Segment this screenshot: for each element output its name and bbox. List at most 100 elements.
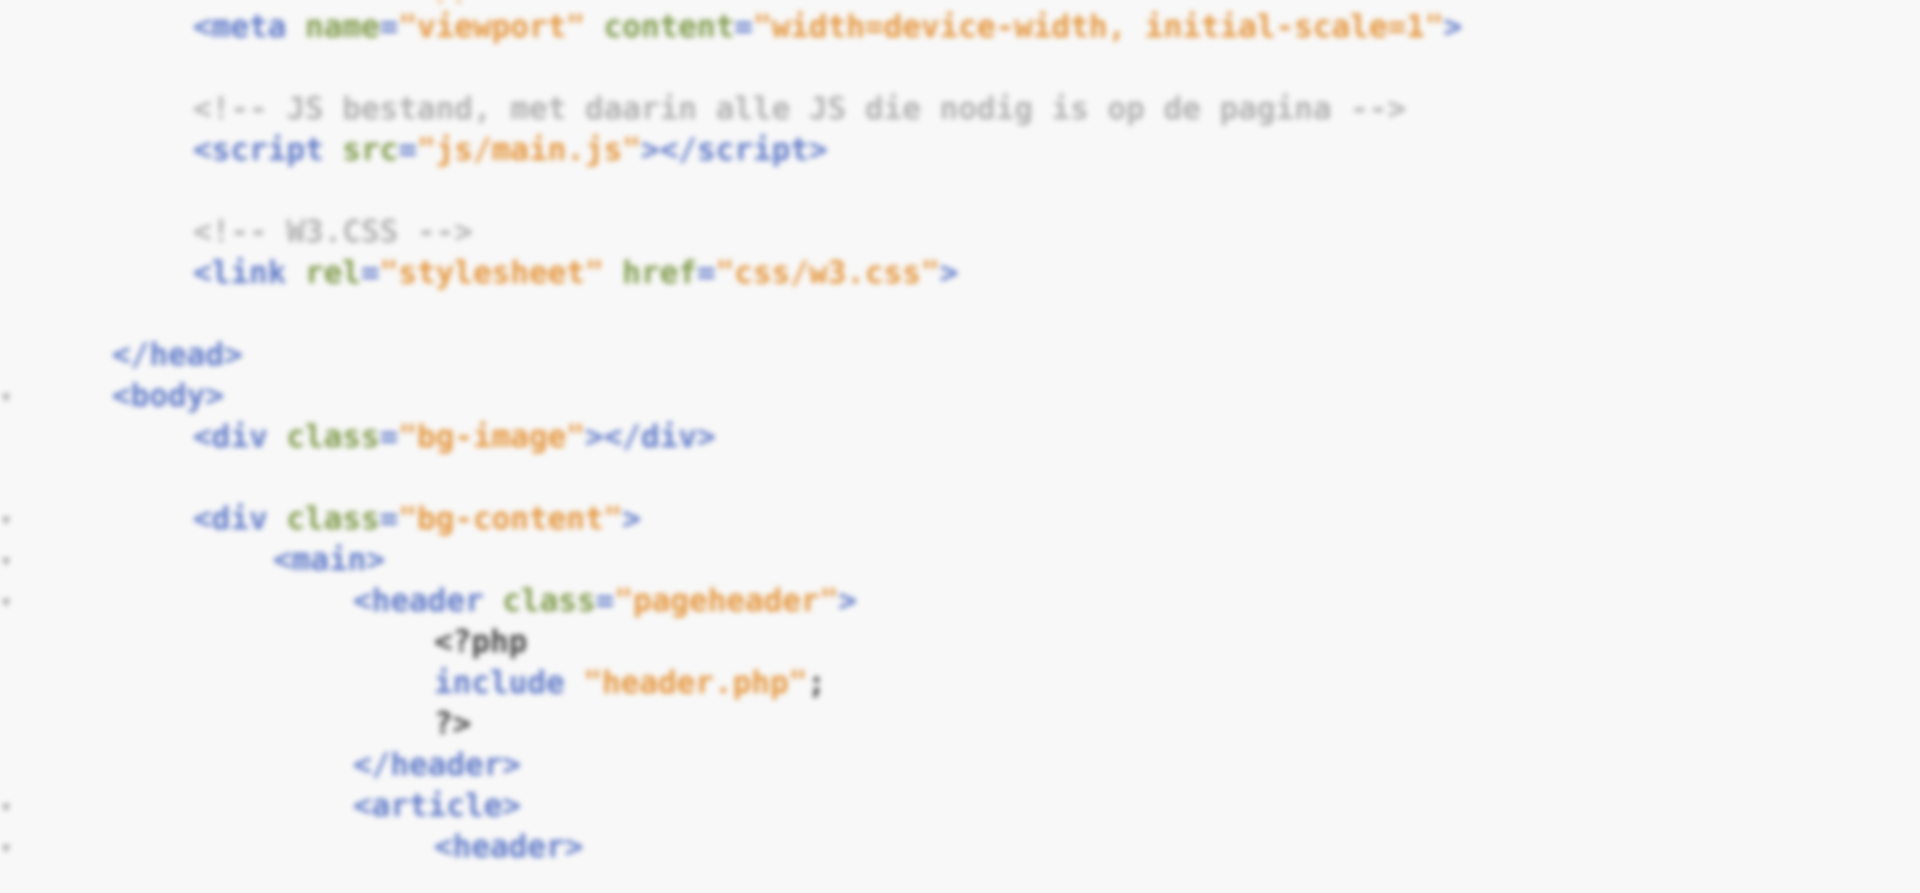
code-token: > [622,501,641,537]
code-token: "secretsitous" [902,0,1163,4]
code-line-text: <header> [434,827,583,868]
code-token: content [584,9,735,45]
code-token: = [380,0,399,4]
code-token: src [342,132,399,168]
code-token: > [838,583,857,619]
code-token: href [603,255,697,291]
code-token: <!-- JS bestand, met daarin alle JS die … [193,91,1407,127]
fold-toggle-icon[interactable]: ▾ [2,786,16,827]
code-token: <?php [434,624,528,660]
code-token: <header [353,583,503,619]
fold-toggle-icon[interactable]: ▾ [2,581,16,622]
code-token: <script [193,132,343,168]
code-line-text: <!-- JS bestand, met daarin alle JS die … [193,89,1406,130]
code-line-text: <script src="js/main.js"></script> [193,130,828,171]
code-token: <!-- W3.CSS --> [193,214,473,250]
code-token: </header> [353,747,521,783]
code-token: ></div> [584,419,716,455]
code-line[interactable]: <div class="bg-image"></div> [0,417,1920,458]
code-token: "bg-image" [398,419,585,455]
code-token: include [434,665,584,701]
code-line[interactable]: </head> [0,335,1920,376]
code-line[interactable]: ▾ <div class="bg-content"> [0,499,1920,540]
code-token: <meta [193,9,305,45]
code-token: = [398,132,417,168]
code-token: class [286,501,380,537]
code-token: = [379,501,399,537]
code-token: <div [193,419,287,455]
code-line[interactable]: <meta name="viewport" content="width=dev… [0,7,1920,48]
code-line-text: <link rel="stylesheet" href="css/w3.css"… [193,253,958,294]
code-token: <div [193,501,287,537]
code-lines: <meta name="application-name" content="s… [0,0,1920,868]
code-line-text: <meta name="viewport" content="width=dev… [193,7,1462,48]
code-line-text: include "header.php"; [434,663,826,704]
code-token: <body> [112,378,224,414]
code-line[interactable]: ▾ <main> [0,540,1920,581]
code-line-text: <header class="pageheader"> [353,581,857,622]
code-line-text: <?php [434,622,527,663]
code-token: > [939,255,959,291]
code-line[interactable]: ▾ <article> [0,786,1920,827]
code-line-text: <div class="bg-content"> [193,499,641,540]
code-line[interactable]: ?> [0,704,1920,745]
code-token: ></scr [640,132,753,168]
code-token: <header> [434,829,584,865]
code-token: </head> [112,337,243,373]
code-line-text: ?> [434,704,471,745]
code-line[interactable]: <!-- W3.CSS --> [0,212,1920,253]
code-line[interactable]: ▾ <body> [0,376,1920,417]
code-token: class [502,583,596,619]
code-line[interactable]: <script src="js/main.js"></script> [0,130,1920,171]
code-token: rel [304,255,361,291]
code-token: "bg-content" [398,501,623,537]
code-token: <main> [273,542,385,578]
code-token: ipt> [752,132,828,168]
code-line[interactable]: <meta name="application-name" content="s… [0,0,1920,7]
fold-toggle-icon[interactable]: ▾ [2,540,16,581]
code-line[interactable]: </header> [0,745,1920,786]
code-line[interactable] [0,294,1920,335]
code-token: class [286,419,380,455]
code-line-text: </header> [353,745,521,786]
code-token: = [379,419,399,455]
code-token: "pageheader" [614,583,839,619]
code-token: <meta [193,0,305,4]
code-token: ; [807,665,826,701]
code-token: = [884,0,903,4]
code-line-text: <body> [112,376,224,417]
code-line-text: <article> [353,786,521,827]
code-token: <article> [353,788,521,824]
code-line[interactable] [0,48,1920,89]
code-token: "application-name" [398,0,734,4]
code-token: content [734,0,884,4]
code-token: = [379,9,399,45]
code-line-text: <main> [273,540,385,581]
code-line[interactable]: include "header.php"; [0,663,1920,704]
fold-toggle-icon[interactable]: ▾ [2,827,16,868]
fold-toggle-icon[interactable]: ▾ [2,376,16,417]
code-editor[interactable]: <meta name="application-name" content="s… [0,0,1920,893]
code-token: <link [193,255,305,291]
code-line-text: <!-- W3.CSS --> [193,212,473,253]
code-token: "css/w3.css" [715,255,940,291]
code-token: name [305,0,380,4]
code-line-text: <div class="bg-image"></div> [193,417,716,458]
code-token: "js/main.js" [416,132,641,168]
code-token: name [304,9,380,45]
code-line[interactable]: <link rel="stylesheet" href="css/w3.css"… [0,253,1920,294]
code-token: = [734,9,753,45]
code-token: = [696,255,716,291]
code-token: ?> [434,706,472,742]
code-token: "viewport" [398,9,585,45]
code-line-text: </head> [112,335,243,376]
code-token: = [360,255,380,291]
code-line[interactable]: <!-- JS bestand, met daarin alle JS die … [0,89,1920,130]
code-line[interactable] [0,171,1920,212]
code-line[interactable]: ▾ <header> [0,827,1920,868]
code-line[interactable] [0,458,1920,499]
code-token: "header.php" [583,665,808,701]
code-line[interactable]: <?php [0,622,1920,663]
fold-toggle-icon[interactable]: ▾ [2,499,16,540]
code-line[interactable]: ▾ <header class="pageheader"> [0,581,1920,622]
